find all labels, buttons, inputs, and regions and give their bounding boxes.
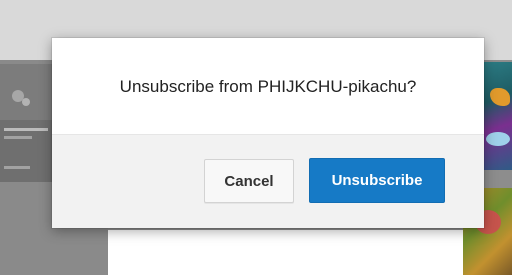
background-text-line: [4, 166, 30, 169]
unsubscribe-dialog: Unsubscribe from PHIJKCHU-pikachu? Cance…: [52, 38, 484, 228]
background-avatar-badge: [22, 98, 30, 106]
background-channel-header: [0, 64, 55, 120]
dialog-title: Unsubscribe from PHIJKCHU-pikachu?: [119, 77, 417, 96]
background-text-line: [4, 136, 32, 139]
cancel-button[interactable]: Cancel: [204, 159, 294, 203]
background-text-line: [4, 128, 48, 131]
unsubscribe-button[interactable]: Unsubscribe: [309, 158, 445, 203]
background-thumbnail: [484, 62, 512, 170]
dialog-body: Unsubscribe from PHIJKCHU-pikachu?: [52, 38, 484, 134]
dialog-footer: Cancel Unsubscribe: [52, 134, 484, 228]
background-content-area: [108, 230, 463, 275]
